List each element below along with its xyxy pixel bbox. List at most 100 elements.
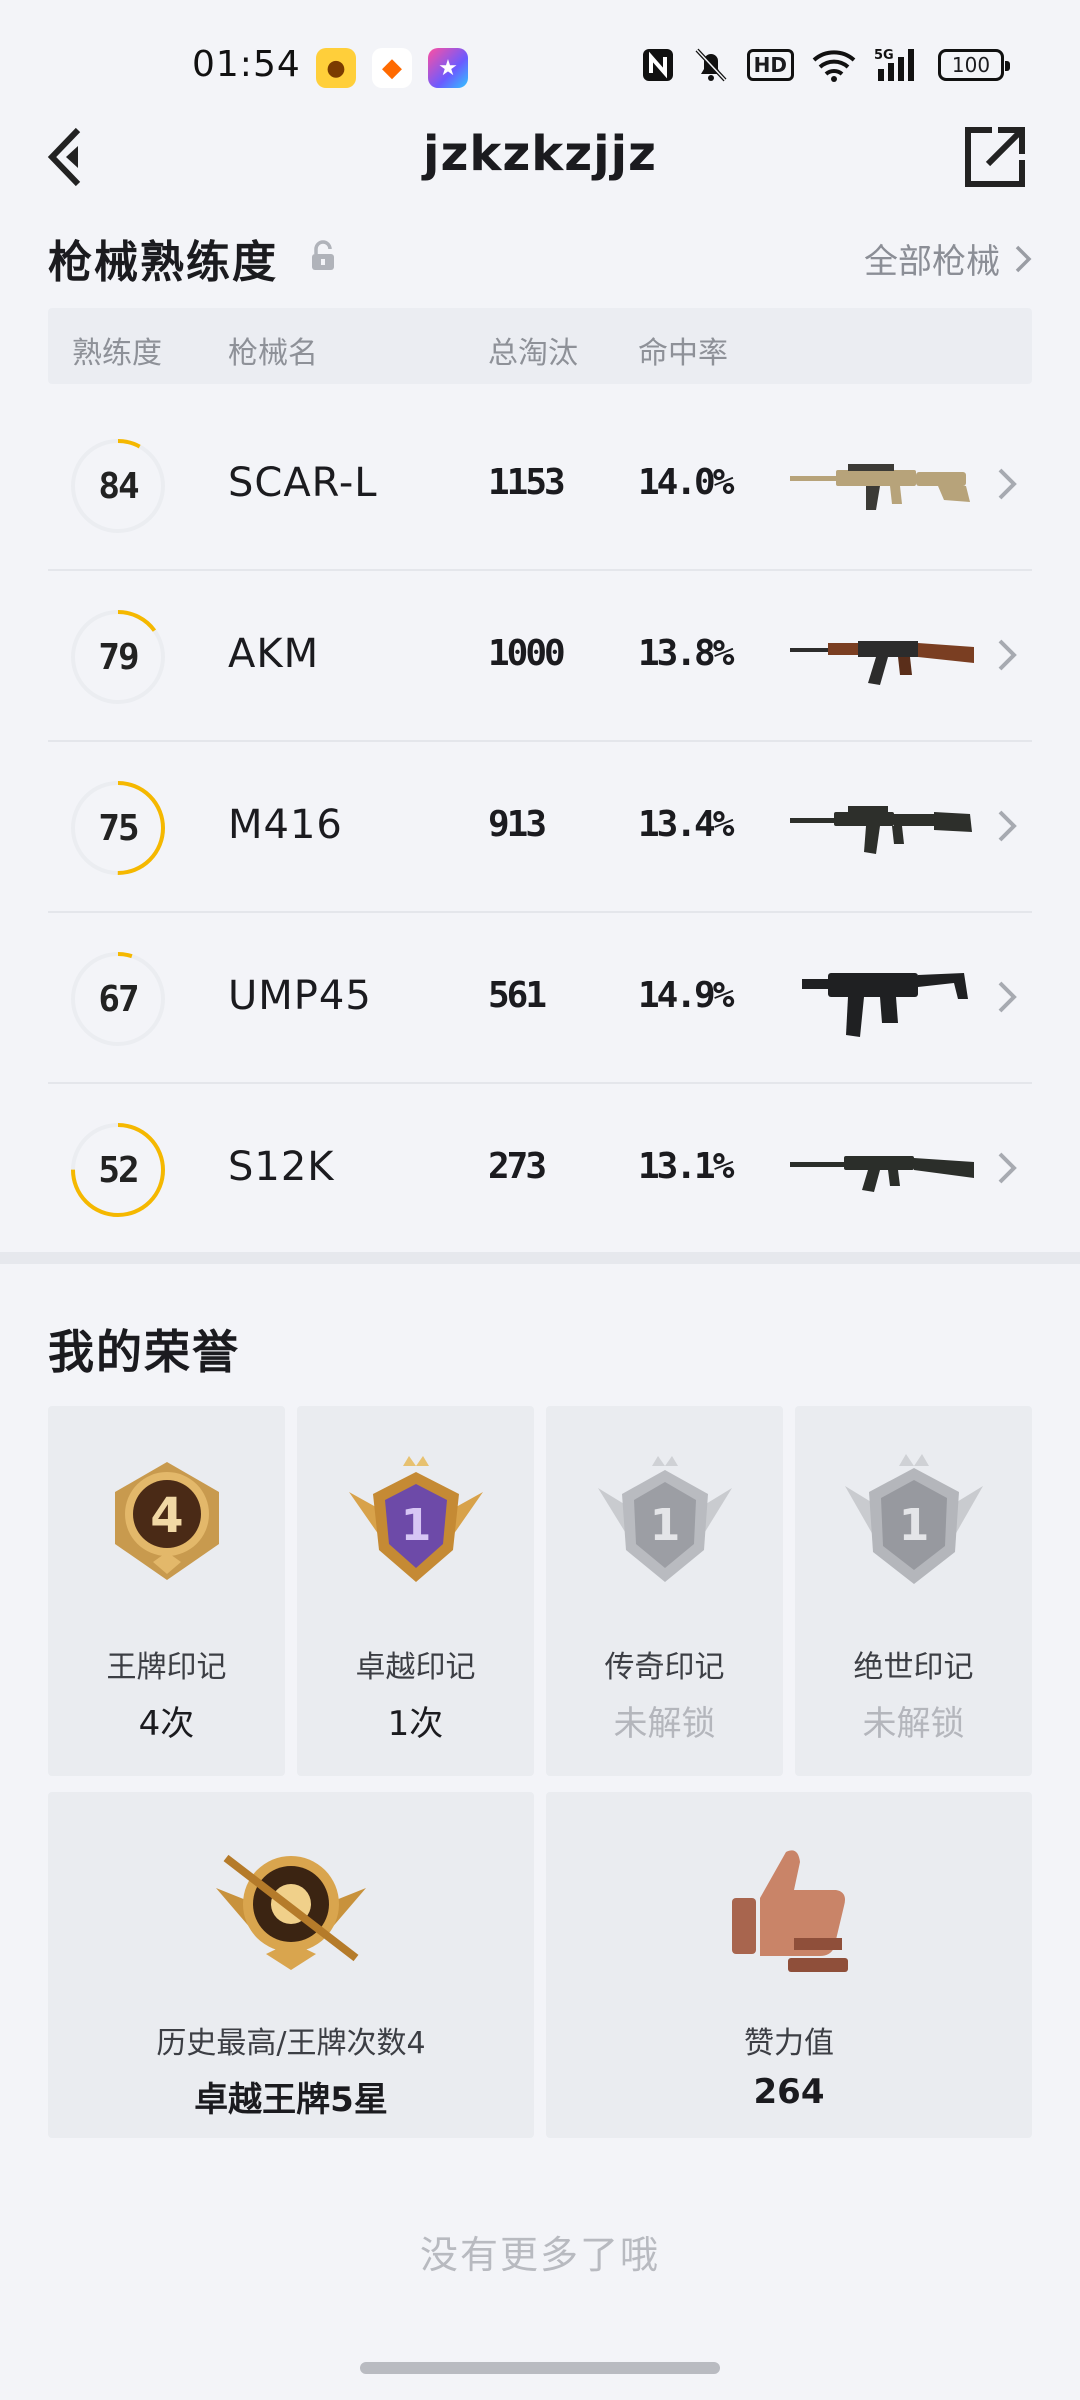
battery-icon: 100: [938, 49, 1010, 81]
m416-rifle-image: [790, 806, 972, 854]
honors-title: 我的荣誉: [48, 1325, 240, 1379]
gun-row[interactable]: 75 M416 913 13.4%: [48, 742, 1032, 913]
scar-l-rifle-image: [790, 464, 970, 510]
gun-kills: 1000: [488, 633, 566, 674]
svg-text:5G: 5G: [874, 48, 894, 63]
column-kills: 总淘汰: [488, 336, 578, 371]
legendary-mark-card[interactable]: 1 传奇印记 未解锁: [546, 1406, 783, 1776]
badge-count: 1次: [387, 1704, 444, 1744]
proficiency-ring: 52: [68, 1120, 168, 1220]
badge-name: 卓越印记: [355, 1650, 476, 1685]
chevron-right-icon: [998, 639, 1017, 671]
proficiency-section-header: 枪械熟练度 全部枪械: [48, 226, 1032, 296]
proficiency-level: 79: [98, 636, 139, 678]
excellence-mark-card[interactable]: 1 卓越印记 1次: [297, 1406, 534, 1776]
mute-bell-icon: [695, 48, 727, 82]
svg-text:4: 4: [150, 1488, 183, 1544]
game-notification-icon: ◆: [372, 48, 412, 88]
svg-text:1: 1: [649, 1500, 680, 1551]
star-app-notification-icon: ★: [428, 48, 468, 88]
gun-kills: 1153: [488, 462, 566, 503]
share-icon[interactable]: [962, 124, 1028, 190]
signal-icon: 5G: [874, 48, 914, 81]
highest-rank-card[interactable]: 历史最高/王牌次数4 卓越王牌5星: [48, 1792, 534, 2138]
badge-name: 绝世印记: [853, 1650, 974, 1685]
app-notification-icon: ●: [316, 48, 356, 88]
lock-icon[interactable]: [310, 240, 336, 272]
chevron-right-icon: [998, 468, 1017, 500]
status-icons: HD 5G 100: [641, 46, 1010, 84]
gun-row[interactable]: 84 SCAR-L 1153 14.0%: [48, 400, 1032, 571]
ump45-smg-image: [802, 973, 968, 1037]
thumbs-up-trophy-icon: [732, 1850, 848, 1972]
badge-count: 4次: [138, 1704, 195, 1744]
page-title: jzkzkzjjz: [423, 126, 657, 182]
gun-name: SCAR-L: [228, 460, 378, 506]
proficiency-level: 75: [98, 807, 139, 849]
excellence-mark-badge-icon: 1: [348, 1456, 483, 1582]
chevron-right-icon: [998, 1152, 1017, 1184]
akm-rifle-image: [790, 641, 974, 685]
proficiency-ring: 75: [68, 778, 168, 878]
legendary-mark-badge-icon: 1: [597, 1456, 732, 1582]
likes-card[interactable]: 赞力值 264: [546, 1792, 1032, 2138]
app-header: jzkzkzjjz: [0, 112, 1080, 202]
ace-mark-card[interactable]: 4 王牌印记 4次: [48, 1406, 285, 1776]
chevron-right-icon: [1015, 245, 1032, 272]
proficiency-ring: 67: [68, 949, 168, 1049]
badge-name: 传奇印记: [604, 1650, 725, 1685]
gun-kills: 273: [488, 1146, 547, 1187]
gun-accuracy: 14.0%: [638, 462, 734, 503]
gun-accuracy: 13.8%: [638, 633, 734, 674]
gun-name: AKM: [228, 631, 320, 677]
end-of-list-text: 没有更多了哦: [419, 2233, 660, 2277]
s12k-shotgun-image: [790, 1156, 974, 1192]
home-indicator[interactable]: [360, 2362, 720, 2374]
honor-summary-grid: 历史最高/王牌次数4 卓越王牌5星 赞力值 264: [48, 1792, 1032, 2138]
badge-status: 未解锁: [862, 1704, 965, 1744]
proficiency-level: 52: [98, 1149, 139, 1191]
wifi-icon: [812, 50, 856, 82]
highest-rank-value: 卓越王牌5星: [194, 2080, 388, 2120]
honor-badge-grid: 4 王牌印记 4次 1 卓越印记 1次 1 传奇印记 未解锁 1 绝世印记 未解…: [48, 1406, 1032, 1776]
badge-name: 王牌印记: [106, 1650, 227, 1685]
gun-accuracy: 13.4%: [638, 804, 734, 845]
proficiency-table-header: 熟练度 枪械名 总淘汰 命中率: [48, 308, 1032, 384]
all-guns-link[interactable]: 全部枪械: [864, 234, 1032, 283]
svg-text:1: 1: [898, 1500, 929, 1551]
ace-mark-badge-icon: 4: [114, 1462, 219, 1580]
proficiency-level: 84: [98, 465, 139, 507]
peerless-mark-badge-icon: 1: [844, 1454, 983, 1584]
gun-accuracy: 13.1%: [638, 1146, 734, 1187]
proficiency-ring: 79: [68, 607, 168, 707]
rank-emblem-icon: [216, 1854, 366, 1970]
svg-text:1: 1: [400, 1500, 431, 1551]
chevron-right-icon: [998, 981, 1017, 1013]
gun-row[interactable]: 67 UMP45 561 14.9%: [48, 913, 1032, 1084]
section-divider: [0, 1252, 1080, 1264]
column-accuracy: 命中率: [638, 336, 728, 371]
gun-name: M416: [228, 802, 343, 848]
peerless-mark-card[interactable]: 1 绝世印记 未解锁: [795, 1406, 1032, 1776]
highest-rank-label: 历史最高/王牌次数4: [156, 2026, 426, 2061]
likes-value: 264: [753, 2072, 825, 2112]
nfc-icon: [642, 49, 673, 81]
chevron-right-icon: [998, 810, 1017, 842]
badge-status: 未解锁: [613, 1704, 716, 1744]
proficiency-level: 67: [98, 978, 139, 1020]
all-guns-label: 全部枪械: [864, 242, 1000, 282]
gun-row[interactable]: 52 S12K 273 13.1%: [48, 1084, 1032, 1255]
proficiency-title: 枪械熟练度: [48, 237, 278, 288]
proficiency-ring: 84: [68, 436, 168, 536]
column-proficiency: 熟练度: [72, 336, 162, 371]
gun-name: S12K: [228, 1144, 335, 1190]
gun-accuracy: 14.9%: [638, 975, 734, 1016]
hd-icon: HD: [746, 49, 794, 81]
likes-label: 赞力值: [744, 2026, 834, 2061]
gun-row[interactable]: 79 AKM 1000 13.8%: [48, 571, 1032, 742]
column-gun-name: 枪械名: [228, 336, 318, 371]
status-time: 01:54: [192, 44, 301, 85]
gun-name: UMP45: [228, 973, 372, 1019]
gun-kills: 913: [488, 804, 547, 845]
gun-list: 84 SCAR-L 1153 14.0% 79 AKM 1000 13.8% 7…: [48, 400, 1032, 1255]
